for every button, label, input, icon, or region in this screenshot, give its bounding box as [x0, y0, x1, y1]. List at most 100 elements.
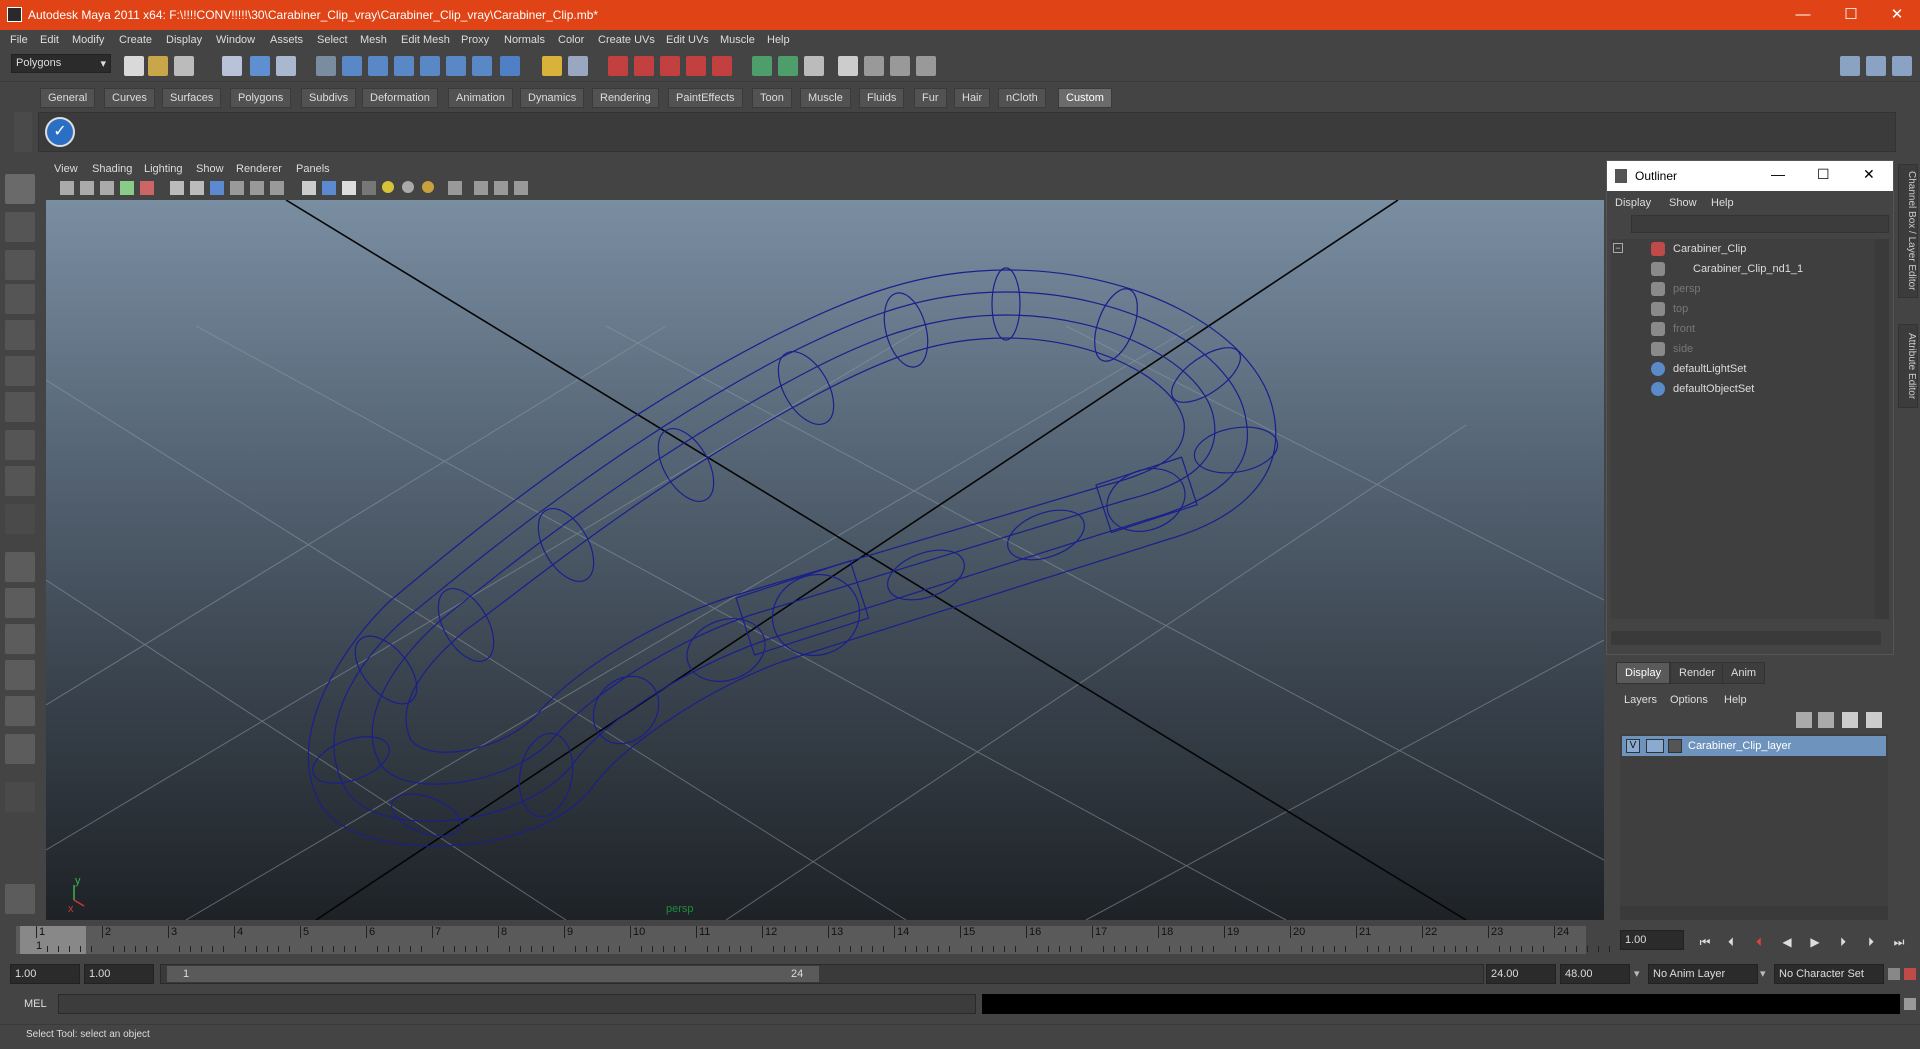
- minimize-button[interactable]: —: [1780, 0, 1826, 30]
- layout-persp-graph-icon[interactable]: [5, 660, 35, 690]
- checkmark-icon[interactable]: ✓: [45, 117, 75, 147]
- go-to-start-icon[interactable]: ⏮: [1696, 933, 1714, 951]
- viewport-menu-shading[interactable]: Shading: [92, 163, 132, 175]
- play-forward-icon[interactable]: ▶: [1806, 933, 1824, 951]
- layout-outliner-icon[interactable]: [5, 734, 35, 764]
- film-gate-icon[interactable]: [474, 181, 488, 195]
- uv-editor-icon[interactable]: [916, 56, 936, 76]
- new-layer-selected-icon[interactable]: [1866, 712, 1882, 728]
- channel-box-tab[interactable]: Channel Box / Layer Editor: [1898, 164, 1918, 298]
- camera-select-icon[interactable]: [60, 181, 74, 195]
- rabbit-icon[interactable]: [5, 884, 35, 914]
- shelf-tab-surfaces[interactable]: Surfaces: [162, 88, 222, 108]
- viewport-menu-show[interactable]: Show: [196, 163, 224, 175]
- new-scene-icon[interactable]: [124, 56, 144, 76]
- outliner-minimize-button[interactable]: —: [1771, 166, 1785, 182]
- menu-edit[interactable]: Edit: [40, 34, 59, 46]
- cube-icon[interactable]: [302, 181, 316, 195]
- layout-four-pane-icon[interactable]: [5, 588, 35, 618]
- start-time-field[interactable]: 1.00: [10, 964, 80, 984]
- history-icon[interactable]: [472, 56, 492, 76]
- viewport-menu-panels[interactable]: Panels: [296, 163, 330, 175]
- step-back-key-icon[interactable]: ⏴: [1722, 933, 1740, 951]
- outliner-item-side[interactable]: side: [1611, 339, 1871, 359]
- viewport-menu-lighting[interactable]: Lighting: [144, 163, 183, 175]
- viewport-menu-view[interactable]: View: [54, 163, 78, 175]
- go-to-end-icon[interactable]: ⏭: [1890, 933, 1908, 951]
- menu-assets[interactable]: Assets: [270, 34, 303, 46]
- viewport-canvas[interactable]: persp y x: [46, 200, 1604, 920]
- layout-hypershade-icon[interactable]: [5, 696, 35, 726]
- input-ops-icon[interactable]: [568, 56, 588, 76]
- viewport-menu-renderer[interactable]: Renderer: [236, 163, 282, 175]
- sidebar-toggle-icon[interactable]: [752, 56, 772, 76]
- outliner-item-default-object-set[interactable]: defaultObjectSet: [1611, 379, 1871, 399]
- channel-toggle-icon[interactable]: [778, 56, 798, 76]
- outliner-vertical-scrollbar[interactable]: [1875, 239, 1889, 619]
- soft-mod-tool-icon[interactable]: [5, 430, 35, 460]
- outliner-horizontal-scrollbar[interactable]: [1611, 631, 1881, 645]
- shelf-options-icon[interactable]: [14, 112, 32, 152]
- outliner-item-front[interactable]: front: [1611, 319, 1871, 339]
- scale-tool-icon[interactable]: [5, 356, 35, 386]
- command-input[interactable]: [58, 994, 976, 1014]
- paint-select-tool-icon[interactable]: [5, 250, 35, 280]
- script-editor-icon[interactable]: [1904, 998, 1916, 1010]
- image-plane-icon[interactable]: [120, 181, 134, 195]
- shelf-tab-fur[interactable]: Fur: [914, 88, 947, 108]
- anim-layer-dropdown[interactable]: No Anim Layer: [1648, 964, 1758, 984]
- shelf-tab-general[interactable]: General: [40, 88, 96, 108]
- menu-help[interactable]: Help: [767, 34, 790, 46]
- shelf-tab-subdivs[interactable]: Subdivs: [301, 88, 357, 108]
- snap-plane-icon[interactable]: [394, 56, 414, 76]
- outliner-item-carabiner-clip-nd1-1[interactable]: Carabiner_Clip_nd1_1: [1611, 259, 1871, 279]
- help-question-icon[interactable]: [500, 56, 520, 76]
- menu-select[interactable]: Select: [317, 34, 348, 46]
- menu-muscle[interactable]: Muscle: [720, 34, 755, 46]
- end-time-field[interactable]: 24.00: [1486, 964, 1556, 984]
- auto-key-icon[interactable]: [1904, 968, 1916, 980]
- current-frame-field[interactable]: 1.00: [1620, 930, 1684, 950]
- menu-create[interactable]: Create: [119, 34, 152, 46]
- last-tool-icon[interactable]: [5, 504, 35, 534]
- layout-channel-icon[interactable]: [1866, 56, 1886, 76]
- layer-move-up-icon[interactable]: [1796, 712, 1812, 728]
- menu-display[interactable]: Display: [166, 34, 202, 46]
- outliner-item-top[interactable]: top: [1611, 299, 1871, 319]
- lasso-tool-icon[interactable]: [5, 212, 35, 242]
- textured-icon[interactable]: [210, 181, 224, 195]
- camera-attributes-icon[interactable]: [80, 181, 94, 195]
- snap-point-icon[interactable]: [368, 56, 388, 76]
- layer-tab-anim[interactable]: Anim: [1722, 662, 1766, 684]
- lights-icon[interactable]: [230, 181, 244, 195]
- character-set-dropdown[interactable]: No Character Set: [1774, 964, 1884, 984]
- show-manipulator-icon[interactable]: [5, 466, 35, 496]
- layer-type-toggle[interactable]: [1646, 739, 1664, 753]
- render-view-icon[interactable]: [712, 56, 732, 76]
- perspective-viewport[interactable]: persp y x: [46, 200, 1604, 920]
- select-component-icon[interactable]: [276, 56, 296, 76]
- shelf-tab-custom[interactable]: Custom: [1058, 88, 1112, 108]
- layer-color-swatch[interactable]: [1668, 739, 1682, 753]
- render-settings-icon[interactable]: [660, 56, 680, 76]
- layout-attribute-icon[interactable]: [1892, 56, 1912, 76]
- layout-single-icon[interactable]: [1840, 56, 1860, 76]
- snap-surface-icon[interactable]: [420, 56, 440, 76]
- key-icon[interactable]: [1888, 968, 1900, 980]
- step-forward-key-icon[interactable]: ⏵: [1862, 933, 1880, 951]
- shelf-tab-muscle[interactable]: Muscle: [800, 88, 851, 108]
- layer-menu-help[interactable]: Help: [1724, 694, 1747, 706]
- solid-cube-icon[interactable]: [322, 181, 336, 195]
- shelf-tab-painteffects[interactable]: PaintEffects: [668, 88, 743, 108]
- outliner-item-persp[interactable]: persp: [1611, 279, 1871, 299]
- ipr-render-icon[interactable]: [634, 56, 654, 76]
- hardware-texture-icon[interactable]: [422, 181, 434, 193]
- anim-end-field[interactable]: 48.00: [1560, 964, 1630, 984]
- layer-horizontal-scrollbar[interactable]: [1620, 906, 1888, 920]
- layout-side-by-side-icon[interactable]: [5, 624, 35, 654]
- shelf-tab-ncloth[interactable]: nCloth: [998, 88, 1046, 108]
- universal-manipulator-icon[interactable]: [5, 392, 35, 422]
- safe-action-icon[interactable]: [514, 181, 528, 195]
- checker-icon[interactable]: [362, 181, 376, 195]
- layer-visibility-toggle[interactable]: V: [1626, 739, 1640, 753]
